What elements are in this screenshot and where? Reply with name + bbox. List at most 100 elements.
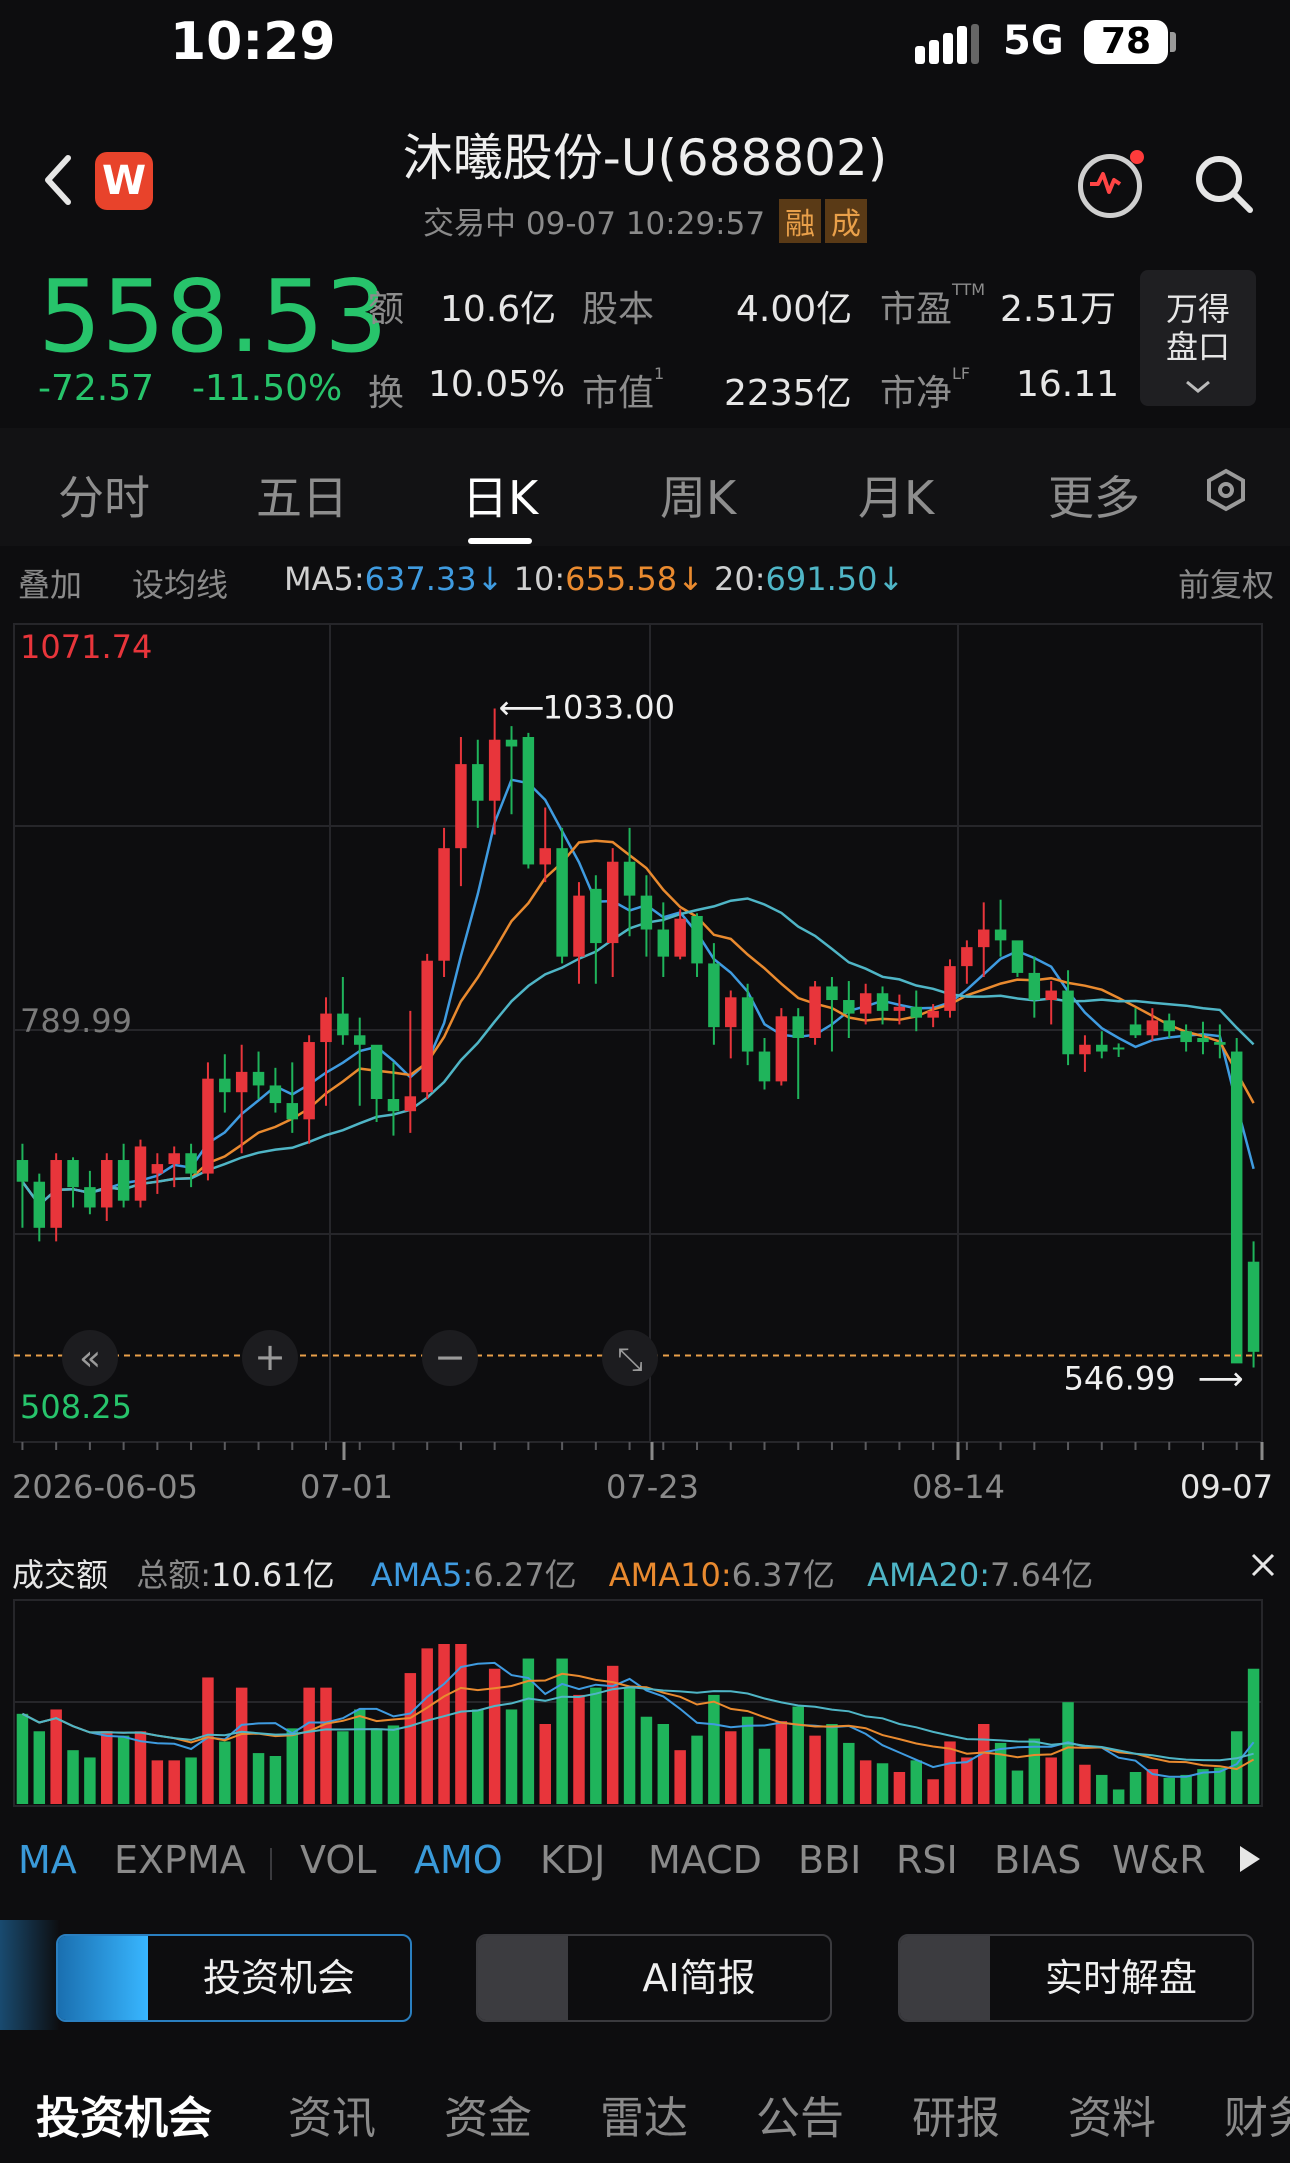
play-right-icon[interactable] [1238, 1844, 1262, 1878]
button-label: 投资机会 [202, 1956, 355, 2000]
candle-body [370, 1044, 383, 1100]
candle-body [168, 1153, 180, 1165]
nav-profile[interactable]: 资料 [1068, 2082, 1156, 2146]
volume-bar [826, 1724, 838, 1804]
volume-bar [977, 1724, 990, 1804]
candle-body [1011, 940, 1024, 973]
volume-bar [303, 1687, 315, 1804]
price-change: -72.57 [38, 368, 155, 409]
indicator-tab-rsi[interactable]: RSI [896, 1838, 958, 1882]
price-change-pct: -11.50% [192, 368, 343, 409]
indicator-tab-kdj[interactable]: KDJ [540, 1838, 605, 1882]
battery-tip [1170, 32, 1176, 52]
pb-sup: LF [952, 364, 971, 383]
ma10-value: 655.58↓ [565, 560, 704, 598]
overlay-button[interactable]: 叠加 [18, 560, 82, 606]
volume-bar [590, 1687, 602, 1804]
volume-bar [387, 1725, 400, 1804]
candle-body [556, 848, 568, 957]
double-left-icon: « [79, 1338, 101, 1379]
adjust-label[interactable]: 前复权 [1178, 560, 1274, 606]
nav-research[interactable]: 研报 [912, 2082, 1000, 2146]
volume-bar [269, 1756, 282, 1804]
nav-financials[interactable]: 财务 [1224, 2082, 1290, 2146]
tab-more[interactable]: 更多 [1048, 462, 1140, 528]
volume-bar [994, 1742, 1007, 1804]
volume-bar [353, 1709, 366, 1804]
ma-values: MA5:637.33↓ 10:655.58↓ 20:691.50↓ [284, 560, 904, 598]
signal-icon [915, 24, 981, 68]
candle-body [522, 736, 535, 865]
candle-body [859, 993, 872, 1014]
candle-body [927, 1010, 939, 1018]
set-ma-button[interactable]: 设均线 [132, 560, 228, 606]
indicator-tab-bbi[interactable]: BBI [798, 1838, 861, 1882]
volume-bar [16, 1713, 29, 1804]
y-axis-mid-label: 789.99 [20, 1002, 132, 1040]
candle-body [337, 1013, 349, 1036]
y-axis-high-label: 1071.74 [20, 628, 152, 666]
x-tick-label: 07-23 [606, 1468, 699, 1506]
candle-body [640, 895, 653, 930]
candle-body [539, 848, 551, 865]
volume-bar [421, 1648, 433, 1804]
candle-body [1180, 1031, 1192, 1043]
nav-radar[interactable]: 雷达 [600, 2082, 688, 2146]
indicator-tab-bias[interactable]: BIAS [994, 1838, 1081, 1882]
indicator-tab-vol[interactable]: VOL [300, 1838, 376, 1882]
volume-bar [809, 1735, 821, 1804]
candlestick-chart[interactable]: 1071.74 789.99 508.25 1033.00 ⟵ 546.99 ⟶… [0, 620, 1290, 1540]
ama10-label: AMA10: [608, 1556, 732, 1594]
activity-pulse-icon[interactable] [1078, 154, 1142, 218]
volume-bar [876, 1763, 889, 1804]
volume-bar [1062, 1702, 1074, 1804]
trade-status: 交易中 [423, 206, 517, 242]
tab-daily-k[interactable]: 日K [462, 462, 538, 528]
candle-body [590, 888, 602, 944]
close-volume-icon[interactable] [1250, 1552, 1276, 1582]
volume-bar [792, 1706, 804, 1804]
volume-bar [185, 1757, 197, 1804]
nav-announcements[interactable]: 公告 [756, 2082, 844, 2146]
nav-news[interactable]: 资讯 [288, 2082, 376, 2146]
settings-icon[interactable] [1204, 468, 1248, 516]
investment-opportunity-button[interactable]: 投资机会 [56, 1934, 412, 2022]
indicator-tab-amo[interactable]: AMO [414, 1838, 503, 1882]
volume-bar [219, 1741, 231, 1804]
candle-body [725, 997, 737, 1028]
volume-bar [438, 1644, 450, 1804]
nav-funds[interactable]: 资金 [444, 2082, 532, 2146]
candle-body [1247, 1261, 1260, 1352]
tab-monthly-k[interactable]: 月K [858, 462, 934, 528]
tab-weekly-k[interactable]: 周K [660, 462, 736, 528]
candle-body [977, 929, 990, 948]
candle-body [826, 986, 838, 1001]
volume-bar [674, 1750, 686, 1804]
tab-five-day[interactable]: 五日 [256, 462, 348, 528]
volume-bar [320, 1687, 332, 1804]
volume-bar [117, 1735, 130, 1804]
ai-brief-button[interactable]: AI简报 [476, 1934, 832, 2022]
wande-pankou-button[interactable]: 万得 盘口 [1140, 270, 1256, 406]
volume-bar [893, 1772, 906, 1804]
volume-bar [505, 1709, 518, 1804]
volume-bar [1045, 1757, 1057, 1804]
low-price-marker: 546.99 [1064, 1359, 1176, 1397]
nav-investment-opportunity[interactable]: 投资机会 [36, 2082, 212, 2146]
ama20-label: AMA20: [867, 1556, 990, 1594]
volume-bar [337, 1731, 349, 1804]
indicator-tab-ma[interactable]: MA [18, 1838, 77, 1882]
volume-chart[interactable] [0, 1598, 1290, 1810]
live-analysis-button[interactable]: 实时解盘 [898, 1934, 1254, 2022]
candle-body [961, 947, 973, 967]
indicator-tab-wr[interactable]: W&R [1112, 1838, 1206, 1882]
candle-body [792, 1016, 804, 1038]
candle-body [151, 1164, 164, 1174]
search-icon[interactable] [1192, 152, 1256, 220]
high-price-marker: 1033.00 [543, 689, 675, 727]
tab-intraday[interactable]: 分时 [58, 462, 150, 528]
indicator-tab-macd[interactable]: MACD [648, 1838, 762, 1882]
indicator-tab-expma[interactable]: EXPMA [114, 1838, 246, 1882]
volume-bar [1079, 1764, 1091, 1804]
trade-datetime: 09-07 10:29:57 [525, 206, 766, 242]
